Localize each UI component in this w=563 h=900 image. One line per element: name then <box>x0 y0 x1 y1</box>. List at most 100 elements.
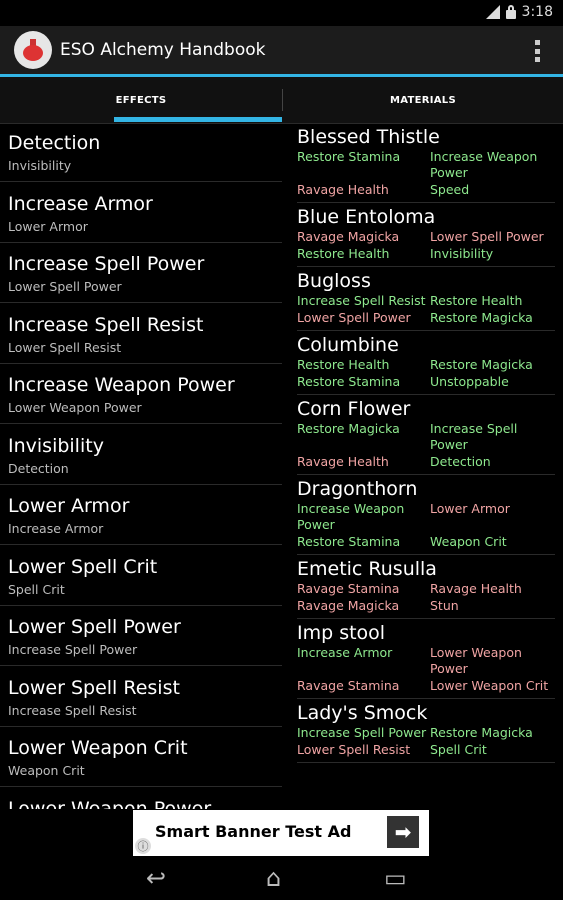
material-item[interactable]: Dragonthorn Increase Weapon Power Lower Ar… <box>297 477 555 555</box>
effect-subtitle: Lower Spell Resist <box>8 339 122 355</box>
effect-subtitle: Lower Weapon Power <box>8 400 142 415</box>
materials-list[interactable]: Blessed Thistle Restore Stamina Increase W… <box>297 123 555 809</box>
ad-text: Smart Banner Test Ad <box>155 822 352 841</box>
effect-subtitle: Increase Armor <box>8 521 104 536</box>
effect-subtitle: Invisibility <box>8 158 72 173</box>
effect-row[interactable]: Lower Armor Increase Armor <box>0 486 282 545</box>
material-effect: Ravage Magicka <box>297 598 400 613</box>
material-effect: Increase Weapon Power <box>430 149 538 180</box>
effect-title: Lower Weapon Crit <box>8 737 188 759</box>
material-name: Emetic Rusulla <box>297 558 437 580</box>
overflow-menu-icon[interactable] <box>535 40 541 62</box>
status-bar: 3:18 <box>0 0 563 26</box>
effect-subtitle: Increase Spell Power <box>8 642 138 657</box>
material-effect: Lower Spell Power <box>430 229 544 244</box>
material-effect: Restore Health <box>297 246 390 261</box>
app-title: ESO Alchemy Handbook <box>60 40 266 60</box>
effect-row[interactable]: Lower Spell Crit Spell Crit <box>0 547 282 606</box>
effect-row[interactable]: Lower Weapon Crit Weapon Crit <box>0 728 282 787</box>
material-item[interactable]: Lady's Smock Increase Spell Power Restore … <box>297 701 555 763</box>
material-name: Bugloss <box>297 270 371 292</box>
material-effect: Speed <box>430 182 470 197</box>
material-effect: Restore Magicka <box>430 357 533 372</box>
arrow-right-icon[interactable]: ➡ <box>387 816 419 848</box>
clock: 3:18 <box>521 4 553 20</box>
effect-row[interactable]: Invisibility Detection <box>0 426 282 485</box>
material-name: Blessed Thistle <box>297 126 440 148</box>
material-item[interactable]: Emetic Rusulla Ravage Stamina Ravage Healt… <box>297 557 555 619</box>
effect-row[interactable]: Increase Spell Resist Lower Spell Resist <box>0 305 282 364</box>
material-name: Dragonthorn <box>297 478 418 500</box>
material-effect: Increase Armor <box>297 645 393 660</box>
effect-row[interactable]: Detection Invisibility <box>0 123 282 182</box>
tab-materials-label: MATERIALS <box>389 94 456 106</box>
effect-row[interactable]: Lower Spell Power Increase Spell Power <box>0 607 282 666</box>
effect-title: Increase Spell Power <box>8 253 205 275</box>
material-effect: Restore Health <box>297 357 390 372</box>
material-item[interactable]: Corn Flower Restore Magicka Increase Spell… <box>297 397 555 475</box>
material-name: Blue Entoloma <box>297 206 436 228</box>
effect-row[interactable]: Lower Spell Resist Increase Spell Resist <box>0 668 282 727</box>
material-item[interactable]: Blessed Thistle Restore Stamina Increase W… <box>297 125 555 203</box>
back-icon[interactable]: ↩ <box>146 864 166 892</box>
effect-subtitle: Increase Spell Resist <box>8 702 137 718</box>
material-effect: Restore Magicka <box>430 310 533 325</box>
home-icon[interactable]: ⌂ <box>266 864 281 892</box>
material-name: Columbine <box>297 334 399 356</box>
material-effect: Invisibility <box>430 246 494 261</box>
material-effect: Ravage Health <box>297 182 389 197</box>
material-effect: Increase Spell Power <box>430 421 518 452</box>
effect-row[interactable]: Increase Weapon Power Lower Weapon Power <box>0 365 282 424</box>
effect-title: Lower Spell Power <box>8 616 181 638</box>
effect-subtitle: Weapon Crit <box>8 763 85 778</box>
app-icon[interactable] <box>14 31 52 69</box>
tab-bar: EFFECTS MATERIALS <box>0 77 563 124</box>
tab-effects[interactable]: EFFECTS <box>0 77 282 123</box>
material-name: Lady's Smock <box>297 702 428 724</box>
material-effect: Ravage Health <box>430 581 522 596</box>
effect-title: Invisibility <box>8 434 104 457</box>
effects-list[interactable]: Detection Invisibility Increase Armor Lower… <box>0 123 282 809</box>
effect-title: Increase Spell Resist <box>8 313 204 336</box>
recent-apps-icon[interactable]: ▭ <box>384 864 407 892</box>
effect-subtitle: Detection <box>8 460 69 476</box>
signal-icon <box>485 5 500 19</box>
ad-banner[interactable]: Smart Banner Test Ad ➡ ⓘ <box>133 810 429 856</box>
material-effect: Restore Stamina <box>297 149 401 164</box>
tab-effects-label: EFFECTS <box>115 94 167 106</box>
effect-title: Increase Weapon Power <box>8 374 235 396</box>
material-effect: Increase Weapon Power <box>297 501 405 532</box>
nav-bar: ↩ ⌂ ▭ <box>0 856 563 900</box>
flask-icon <box>23 39 43 61</box>
material-effect: Restore Magicka <box>297 421 400 436</box>
material-effect: Unstoppable <box>430 374 509 389</box>
tab-materials[interactable]: MATERIALS <box>282 77 563 123</box>
effect-row[interactable]: Increase Spell Power Lower Spell Power <box>0 244 282 303</box>
material-item[interactable]: Blue Entoloma Ravage Magicka Lower Spell P… <box>297 205 555 267</box>
material-effect: Ravage Stamina <box>297 581 400 596</box>
material-item[interactable]: Bugloss Increase Spell Resist Restore Heal… <box>297 269 555 331</box>
material-effect: Restore Stamina <box>297 534 401 549</box>
effect-row[interactable]: Lower Weapon Power <box>0 789 282 810</box>
material-effect: Ravage Health <box>297 454 389 469</box>
material-effect: Lower Spell Resist <box>297 742 411 757</box>
material-item[interactable]: Imp stool Increase Armor Lower Weapon Powe… <box>297 621 555 699</box>
material-effect: Ravage Stamina <box>297 678 400 693</box>
effect-subtitle: Spell Crit <box>8 581 65 597</box>
tab-indicator <box>114 117 282 122</box>
info-icon[interactable]: ⓘ <box>135 838 151 854</box>
material-effect: Detection <box>430 454 491 469</box>
material-name: Corn Flower <box>297 398 411 420</box>
effect-title: Detection <box>8 132 101 154</box>
material-effect: Increase Spell Power <box>297 725 427 740</box>
effect-subtitle: Lower Armor <box>8 218 88 234</box>
material-effect: Restore Health <box>430 293 523 308</box>
material-item[interactable]: Columbine Restore Health Restore Magicka Re… <box>297 333 555 395</box>
material-effect: Restore Stamina <box>297 374 401 389</box>
effect-title: Lower Armor <box>8 495 130 517</box>
material-effect: Lower Spell Power <box>297 310 411 325</box>
material-effect: Lower Weapon Power <box>430 645 522 676</box>
material-effect: Increase Spell Resist <box>297 293 426 308</box>
material-name: Imp stool <box>297 622 386 644</box>
effect-row[interactable]: Increase Armor Lower Armor <box>0 184 282 243</box>
